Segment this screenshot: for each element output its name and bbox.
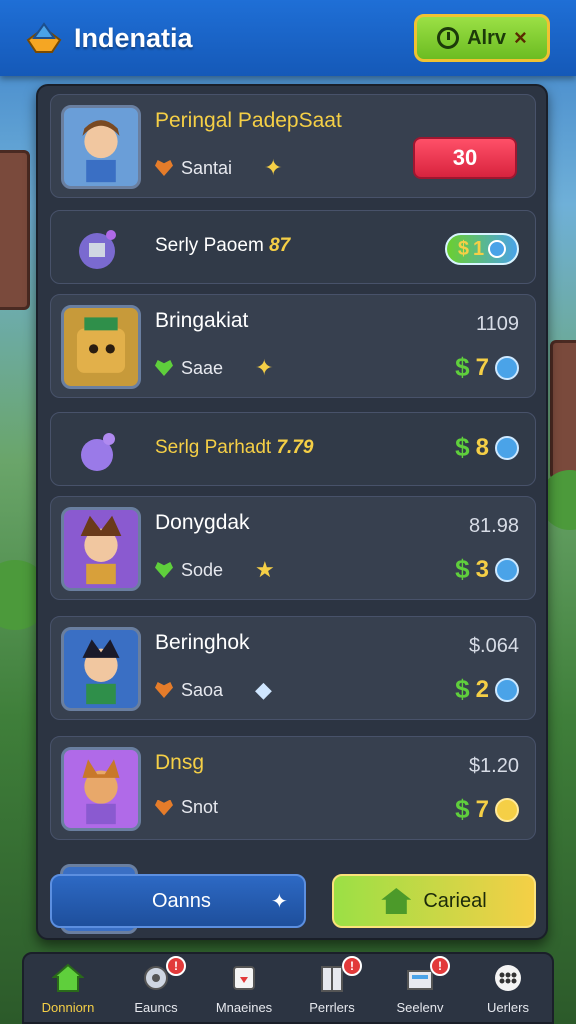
gem-icon: ✦ — [264, 155, 283, 180]
top-action-label: Alrv — [467, 26, 507, 49]
coin-cost[interactable]: $ 7 — [455, 794, 519, 825]
blue-gem-icon — [495, 435, 519, 460]
offer-subtitle: Santai — [181, 157, 233, 178]
menu-dots-icon — [491, 962, 525, 994]
coin-cost[interactable]: $ 2 — [455, 674, 519, 705]
diamond-icon: ◆ — [255, 677, 272, 702]
blue-gem-icon — [495, 677, 519, 702]
offer-subtitle: Saoa — [181, 679, 224, 700]
options-label: Oanns — [152, 889, 211, 912]
helmet-icon — [71, 223, 123, 275]
offer-title: Bringakiat — [155, 309, 249, 332]
offer-card[interactable]: Beringhok Saoa ◆ $.064 $ 2 — [50, 616, 536, 720]
star-icon: ★ — [255, 557, 275, 582]
nav-label: Mnaeines — [215, 999, 273, 1015]
top-bar: Indenatia Alrv × — [0, 0, 576, 76]
nav-item-cards[interactable]: Mnaeines — [200, 962, 288, 1015]
heart-icon — [155, 160, 173, 176]
coin-cost[interactable]: $ 8 — [455, 432, 519, 463]
card-icon — [227, 962, 261, 994]
offer-title: Dnsg — [155, 751, 205, 774]
coin-cost[interactable]: $ 3 — [455, 554, 519, 585]
home-icon — [51, 962, 85, 994]
nav-label: Seelenv — [396, 999, 444, 1015]
app-logo-icon — [24, 20, 64, 56]
hero-avatar — [61, 105, 141, 189]
nav-item-more[interactable]: Uerlers — [464, 962, 552, 1015]
notification-badge: ! — [430, 955, 450, 976]
confirm-button[interactable]: Carieal — [332, 874, 536, 928]
nav-label: Perrlers — [309, 999, 355, 1015]
app-title: Indenatia — [74, 22, 193, 53]
blue-gem-icon — [495, 355, 519, 380]
offer-small-title: Serly Paoem 87 — [155, 235, 291, 256]
nav-item-doors[interactable]: ! Perrlers — [288, 955, 376, 1015]
offer-card[interactable]: Dnsg Snot $1.20 $ 7 — [50, 736, 536, 840]
offer-card[interactable]: Donygdak Sode ★ 81.98 $ 3 — [50, 496, 536, 600]
offer-price: $.064 — [468, 635, 519, 657]
offer-price: 1109 — [475, 313, 519, 335]
nav-item-settings[interactable]: ! Eauncs — [112, 955, 200, 1015]
dollar-icon: $ — [455, 352, 470, 382]
offer-action-button[interactable]: 30 — [413, 137, 517, 179]
nav-label: Eauncs — [134, 999, 178, 1015]
offer-pill[interactable]: $1 — [445, 233, 519, 265]
gem-icon: ✦ — [255, 355, 274, 380]
offer-card-small[interactable]: Serlg Parhadt 7.79 $ 8 — [50, 412, 536, 486]
offer-subtitle: Saae — [181, 357, 224, 378]
offer-subtitle: Snot — [181, 797, 219, 817]
offer-card-small[interactable]: Serly Paoem 87 $1 — [50, 210, 536, 284]
coin-cost[interactable]: $ 7 — [455, 352, 519, 383]
heart-icon — [155, 799, 173, 816]
offer-card[interactable]: Peringal PadepSaat Santai ✦ 30 — [50, 94, 536, 198]
hero-avatar — [61, 627, 141, 711]
blue-gem-icon — [495, 557, 519, 582]
offer-subtitle: Sode — [181, 559, 224, 580]
offers-panel: Peringal PadepSaat Santai ✦ 30 Serly Pao… — [36, 84, 548, 940]
offer-price: 81.98 — [468, 515, 519, 537]
offer-small-title: Serlg Parhadt 7.79 — [155, 437, 314, 458]
panel-bottom-bar: Oanns ✦ Carieal — [50, 862, 536, 934]
offer-title: Donygdak — [155, 511, 250, 534]
dollar-icon: $ — [455, 554, 470, 584]
notification-badge: ! — [166, 955, 186, 976]
dollar-icon: $ — [455, 794, 470, 824]
hero-avatar — [61, 507, 141, 591]
hero-avatar — [61, 305, 141, 389]
offer-price: $1.20 — [468, 755, 519, 777]
nav-label: Donniorn — [41, 999, 95, 1015]
nav-item-home[interactable]: Donniorn — [24, 962, 112, 1015]
close-icon[interactable]: × — [514, 25, 527, 51]
dollar-icon: $ — [455, 674, 470, 704]
house-icon — [381, 888, 412, 914]
nav-item-box[interactable]: ! Seelenv — [376, 955, 464, 1015]
sparkle-icon: ✦ — [270, 890, 288, 913]
offer-title: Peringal PadepSaat — [155, 109, 342, 132]
dollar-icon: $ — [455, 432, 470, 462]
top-action-button[interactable]: Alrv × — [414, 14, 550, 62]
creature-icon — [71, 425, 123, 477]
gold-coin-icon — [495, 797, 519, 822]
nav-label: Uerlers — [487, 999, 529, 1015]
options-button[interactable]: Oanns ✦ — [50, 874, 306, 928]
offer-title: Beringhok — [155, 631, 250, 654]
heart-icon — [155, 682, 173, 698]
heart-icon — [155, 562, 173, 578]
confirm-label: Carieal — [423, 889, 487, 912]
notification-badge: ! — [342, 955, 362, 976]
heart-icon — [155, 360, 173, 376]
offer-card[interactable]: Bringakiat Saae ✦ 1109 $ 7 — [50, 294, 536, 398]
bottom-nav: Donniorn ! Eauncs Mnaeines ! Perrlers ! … — [22, 952, 554, 1024]
clock-icon — [437, 27, 460, 49]
hero-avatar — [61, 747, 141, 831]
